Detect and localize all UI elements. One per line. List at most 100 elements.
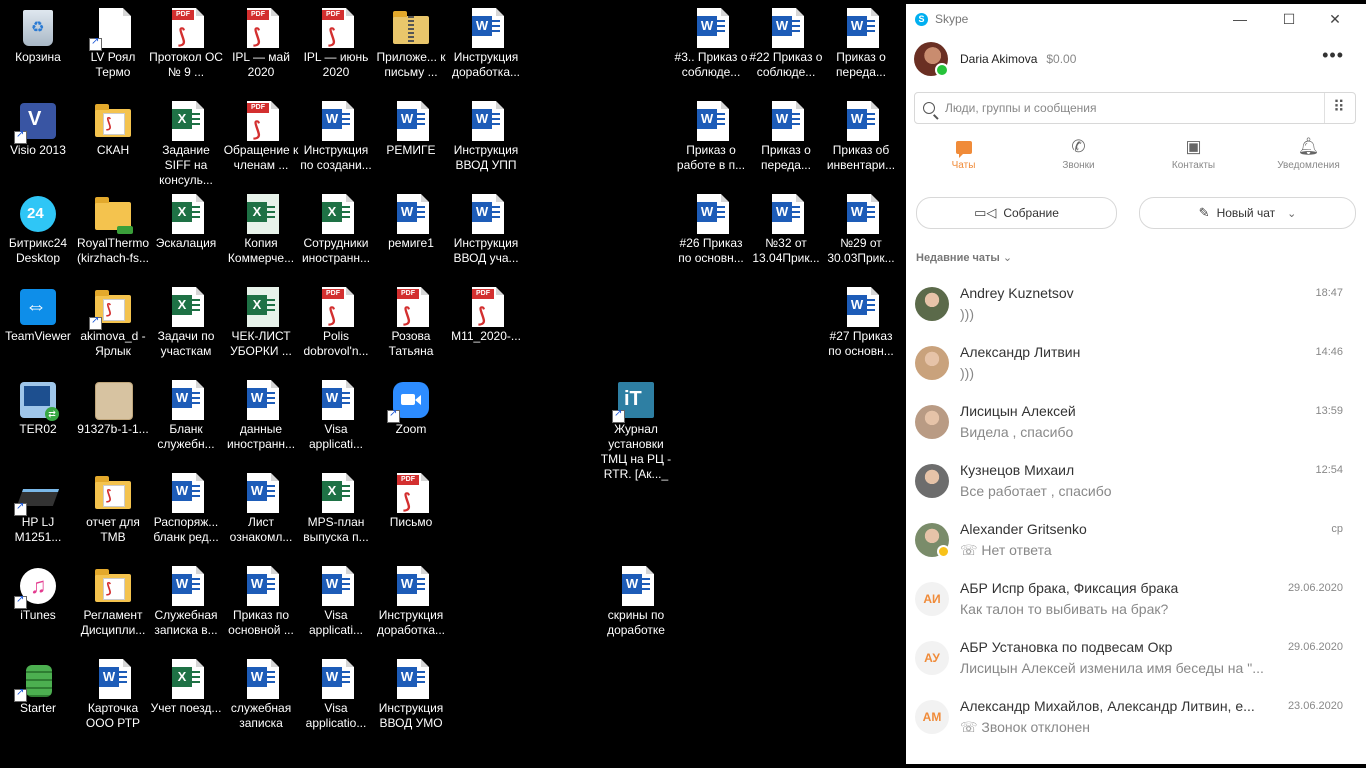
desktop-icon[interactable]: ♫iTunes — [0, 558, 76, 648]
skype-titlebar[interactable]: S Skype — ☐ ✕ — [906, 4, 1366, 34]
desktop-icon[interactable]: W Приказ об инвентари... — [823, 93, 899, 183]
chat-item[interactable]: АМ Александр Михайлов, Александр Литвин, … — [906, 691, 1366, 750]
desktop-icon[interactable]: X Сотрудники иностранн... — [298, 186, 374, 276]
avatar[interactable] — [914, 42, 949, 77]
desktop-icon[interactable]: X Учет поезд... — [148, 651, 224, 741]
chat-preview: ☏ Нет ответа — [960, 542, 1275, 559]
search-box[interactable]: Люди, группы и сообщения — [914, 92, 1356, 124]
desktop-icon[interactable]: W Приказ о работе в п... — [673, 93, 749, 183]
desktop-icon[interactable]: ⟆ СКАН — [75, 93, 151, 183]
desktop-icon[interactable]: X ЧЕК-ЛИСТ УБОРКИ ... — [223, 279, 299, 369]
desktop-icon[interactable]: W Приказ о переда... — [748, 93, 824, 183]
desktop-icon[interactable]: W Инструкция доработка... — [373, 558, 449, 648]
desktop-icon[interactable]: W Лист ознакомл... — [223, 465, 299, 555]
tab-chats[interactable]: Чаты — [906, 129, 1021, 189]
desktop-icon[interactable]: W РЕМИГЕ — [373, 93, 449, 183]
bell-icon: 🔔︎ — [1297, 137, 1320, 156]
desktop-icon[interactable]: LV Роял Термо — [75, 0, 151, 90]
desktop-icon[interactable]: PDF ⟆ Письмо — [373, 465, 449, 555]
desktop-icon[interactable]: X Эскалация — [148, 186, 224, 276]
chat-item[interactable]: АИ АБР Испр брака, Фиксация брака Как тало… — [906, 573, 1366, 632]
chat-item[interactable]: Александр Литвин))) 14:46 — [906, 337, 1366, 396]
desktop-icon[interactable]: ⟆akimova_d - Ярлык — [75, 279, 151, 369]
search-input[interactable]: Люди, группы и сообщения — [945, 101, 1097, 115]
desktop-icon[interactable]: W #22 Приказ о соблюде... — [748, 0, 824, 90]
desktop-icon[interactable]: PDF ⟆ M11_2020-... — [448, 279, 524, 369]
desktop-icon[interactable]: 24 Битрикс24 Desktop — [0, 186, 76, 276]
new-chat-button[interactable]: ✎ Новый чат ⌄ — [1139, 197, 1356, 229]
desktop-icon[interactable]: ⟆ Регламент Дисципли... — [75, 558, 151, 648]
desktop-icon[interactable]: Zoom — [373, 372, 449, 462]
desktop-icon[interactable]: W Карточка ООО РТР — [75, 651, 151, 741]
desktop-icon[interactable]: X MPS-план выпуска п... — [298, 465, 374, 555]
desktop-icon[interactable]: W Бланк служебн... — [148, 372, 224, 462]
desktop-icon[interactable]: ♻ Корзина — [0, 0, 76, 90]
desktop-icon[interactable]: W Инструкция доработка... — [448, 0, 524, 90]
desktop-icon[interactable]: iTЖурнал установки ТМЦ на РЦ - RTR. [Ак.… — [598, 372, 674, 481]
desktop-icon[interactable]: RoyalThermo (kirzhach-fs... — [75, 186, 151, 276]
desktop-icon[interactable]: PDF ⟆ IPL — июнь 2020 — [298, 0, 374, 90]
pdf-file-icon: PDF ⟆ — [172, 8, 204, 48]
dialpad-icon[interactable] — [1324, 93, 1355, 123]
desktop-icon[interactable]: W №32 от 13.04Прик... — [748, 186, 824, 276]
meeting-button[interactable]: ▭◁ Собрание — [916, 197, 1117, 229]
skype-credit[interactable]: $0.00 — [1046, 52, 1076, 66]
desktop-icon[interactable]: PDF ⟆ IPL — май 2020 — [223, 0, 299, 90]
desktop-icon[interactable]: PDF ⟆ Polis dobrovol'n... — [298, 279, 374, 369]
excel-file-icon: X — [172, 101, 204, 141]
maximize-button[interactable]: ☐ — [1266, 4, 1312, 34]
desktop-icon[interactable]: ⇄ TER02 — [0, 372, 76, 462]
desktop-icon[interactable]: W Служебная записка в... — [148, 558, 224, 648]
recent-chats-header[interactable]: Недавние чаты ⌄ — [916, 251, 1366, 264]
desktop-icon[interactable]: W #26 Приказ по основн... — [673, 186, 749, 276]
tab-notifications[interactable]: 🔔︎ Уведомления — [1251, 129, 1366, 189]
chat-item[interactable]: Alexander Gritsenko ☏ Нет ответа ср — [906, 514, 1366, 573]
chat-item[interactable]: Кузнецов Михаил Все работает , спасибо 12:… — [906, 455, 1366, 514]
desktop-icon[interactable]: W Visa applicati... — [298, 372, 374, 462]
profile-name[interactable]: Daria Akimova — [960, 52, 1037, 66]
desktop-icon-image: X — [316, 473, 356, 513]
desktop-icon[interactable]: X Задачи по участкам — [148, 279, 224, 369]
desktop-icon[interactable]: X Задание SIFF на консуль... — [148, 93, 224, 187]
desktop-icon[interactable]: Wданные иностранн... — [223, 372, 299, 462]
desktop-icon[interactable]: X Копия Коммерче... — [223, 186, 299, 276]
desktop-icon[interactable]: Wремиге1 — [373, 186, 449, 276]
tab-calls[interactable]: ✆ Звонки — [1021, 129, 1136, 189]
desktop-icon[interactable]: W #3.. Приказ о соблюде... — [673, 0, 749, 90]
desktop-icon[interactable]: W Распоряж... бланк ред... — [148, 465, 224, 555]
main-tabs: Чаты ✆ Звонки ▣ Контакты 🔔︎ Уведомления — [906, 129, 1366, 189]
close-button[interactable]: ✕ — [1312, 4, 1358, 34]
desktop-icon[interactable]: HP LJ M1251... — [0, 465, 76, 555]
desktop-icon[interactable]: VVisio 2013 — [0, 93, 76, 183]
chat-item[interactable]: Лисицын Алексей Видела , спасибо 13:59 — [906, 396, 1366, 455]
chat-item[interactable]: АУ АБР Установка по подвесам Окр Лисицын А… — [906, 632, 1366, 691]
desktop-icon[interactable]: W №29 от 30.03Прик... — [823, 186, 899, 276]
tab-contacts[interactable]: ▣ Контакты — [1136, 129, 1251, 189]
desktop-icon[interactable]: Starter — [0, 651, 76, 741]
desktop-icon[interactable]: W Приказ о переда... — [823, 0, 899, 90]
desktop-icon-label: Polis dobrovol'n... — [303, 329, 369, 358]
desktop-icon[interactable]: W Visa applicatio... — [298, 651, 374, 741]
desktop-icon[interactable]: PDF ⟆ Розова Татьяна — [373, 279, 449, 369]
desktop-icon[interactable]: Приложе... к письму ... — [373, 0, 449, 90]
desktop-icon[interactable]: PDF ⟆ Обращение к членам ... — [223, 93, 299, 183]
more-options-button[interactable]: ••• — [1322, 45, 1344, 66]
desktop-icon[interactable]: ⟆ отчет для ТМВ — [75, 465, 151, 555]
desktop-icon[interactable]: W Инструкция ВВОД УПП — [448, 93, 524, 183]
desktop-icon-label: РЕМИГЕ — [386, 143, 436, 157]
chat-preview: Все работает , спасибо — [960, 483, 1275, 499]
desktop-icon[interactable]: PDF ⟆ Протокол ОС № 9 ... — [148, 0, 224, 90]
desktop-icon[interactable]: W #27 Приказ по основн... — [823, 279, 899, 369]
desktop-icon[interactable]: W Visa applicati... — [298, 558, 374, 648]
desktop-icon[interactable]: ⇔ TeamViewer — [0, 279, 76, 369]
desktop-icon[interactable]: W Инструкция ВВОД УМО — [373, 651, 449, 741]
desktop-icon[interactable]: W Приказ по основной ... — [223, 558, 299, 648]
chat-item[interactable]: Andrey Kuznetsov))) 18:47 — [906, 278, 1366, 337]
shortcut-arrow-icon — [14, 129, 27, 144]
desktop-icon[interactable]: Wслужебная записка — [223, 651, 299, 741]
desktop-icon[interactable]: Wскрины по доработке — [598, 558, 674, 648]
minimize-button[interactable]: — — [1217, 4, 1263, 34]
desktop-icon[interactable]: W Инструкция по создани... — [298, 93, 374, 183]
desktop-icon[interactable]: 91327b-1-1... — [75, 372, 151, 462]
desktop-icon[interactable]: W Инструкция ВВОД уча... — [448, 186, 524, 276]
